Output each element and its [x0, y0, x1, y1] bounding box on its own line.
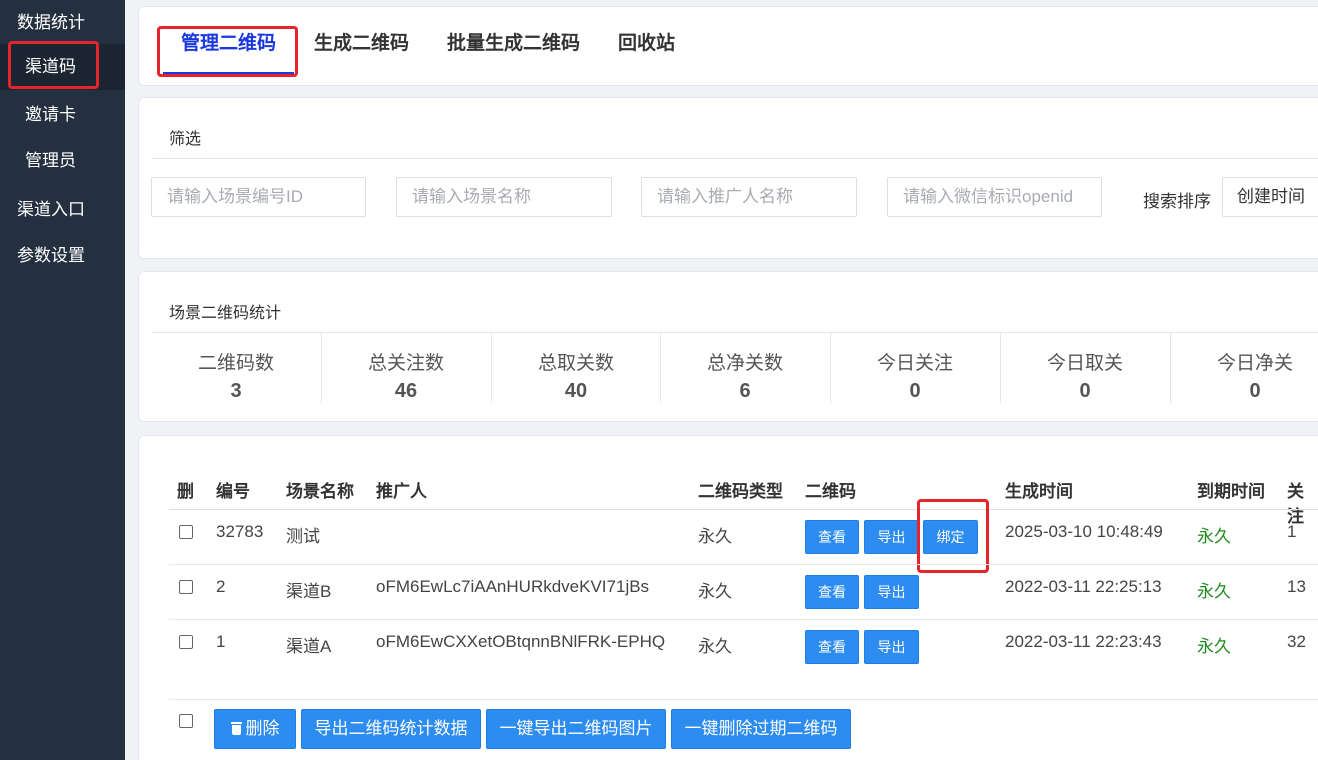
header-follow: 关注	[1287, 482, 1304, 526]
stat-value: 3	[230, 380, 242, 402]
scene-id-input[interactable]	[151, 177, 366, 217]
stat-today-unfollows: 今日取关 0	[1000, 333, 1170, 403]
row-follow: 1	[1287, 522, 1297, 541]
row-scene-name: 测试	[286, 527, 320, 546]
delete-expired-button[interactable]: 一键删除过期二维码	[671, 709, 851, 749]
sort-select[interactable]: 创建时间	[1222, 177, 1318, 217]
row-checkbox[interactable]	[179, 580, 193, 594]
view-button[interactable]: 查看	[805, 630, 859, 664]
export-button[interactable]: 导出	[864, 575, 919, 609]
row-expire: 永久	[1197, 527, 1231, 546]
sidebar-item-label: 渠道码	[25, 57, 76, 76]
stat-value: 0	[1079, 380, 1091, 402]
row-id: 32783	[216, 522, 264, 541]
stat-label: 二维码数	[197, 353, 274, 374]
row-qr-type: 永久	[698, 582, 732, 601]
sort-label: 搜索排序	[1143, 192, 1211, 211]
row-expire: 永久	[1197, 582, 1231, 601]
row-created: 2025-03-10 10:48:49	[1005, 522, 1163, 541]
openid-input[interactable]	[887, 177, 1102, 217]
header-delete: 删	[177, 482, 194, 501]
trash-icon	[230, 722, 242, 735]
filter-title: 筛选	[169, 131, 202, 148]
row-created: 2022-03-11 22:25:13	[1005, 577, 1162, 596]
scene-name-input[interactable]	[396, 177, 612, 217]
view-button[interactable]: 查看	[805, 575, 859, 609]
divider	[151, 158, 1318, 159]
stat-label: 总关注数	[367, 353, 444, 374]
row-checkbox[interactable]	[179, 635, 193, 649]
export-stats-button[interactable]: 导出二维码统计数据	[301, 709, 481, 749]
stat-value: 40	[564, 380, 588, 402]
header-qr-type: 二维码类型	[698, 482, 783, 501]
bind-button[interactable]: 绑定	[923, 520, 978, 554]
tab-generate-qr[interactable]: 生成二维码	[314, 0, 409, 88]
row-divider	[169, 564, 1318, 565]
stat-label: 总取关数	[537, 353, 614, 374]
stat-today-net: 今日净关 0	[1170, 333, 1318, 403]
row-qr-type: 永久	[698, 527, 732, 546]
row-follow: 13	[1287, 577, 1306, 596]
stat-total-follows: 总关注数 46	[321, 333, 491, 403]
row-checkbox[interactable]	[179, 525, 193, 539]
sidebar-item-admin[interactable]: 管理员	[0, 138, 125, 184]
row-divider	[169, 619, 1318, 620]
row-id: 2	[216, 577, 226, 596]
row-qr-type: 永久	[698, 637, 732, 656]
stat-value: 6	[739, 380, 751, 402]
sidebar-item-channel-entry[interactable]: 渠道入口	[0, 187, 125, 233]
sidebar: 数据统计 渠道码 邀请卡 管理员 渠道入口 参数设置	[0, 0, 125, 760]
sidebar-item-invite-card[interactable]: 邀请卡	[0, 92, 125, 138]
table-header-divider	[169, 509, 1318, 510]
header-qr: 二维码	[805, 482, 856, 501]
table-footer-divider	[169, 699, 1318, 700]
header-scene-name: 场景名称	[286, 482, 354, 501]
header-id[interactable]: 编号	[216, 477, 250, 502]
row-id: 1	[216, 632, 226, 651]
stat-label: 今日净关	[1216, 353, 1293, 374]
view-button[interactable]: 查看	[805, 520, 859, 554]
stat-qr-count: 二维码数 3	[151, 333, 321, 403]
stat-today-follows: 今日关注 0	[830, 333, 1000, 403]
stat-total-unfollows: 总取关数 40	[491, 333, 661, 403]
sidebar-item-label: 数据统计	[17, 13, 85, 32]
stat-value: 0	[909, 380, 921, 402]
sidebar-item-label: 管理员	[25, 151, 76, 170]
stat-total-net: 总净关数 6	[660, 333, 830, 403]
delete-button-label: 删除	[245, 719, 280, 738]
stat-label: 今日关注	[876, 353, 953, 374]
active-tab-indicator	[163, 72, 294, 75]
delete-button[interactable]: 删除	[214, 709, 296, 749]
row-expire: 永久	[1197, 637, 1231, 656]
export-images-button[interactable]: 一键导出二维码图片	[486, 709, 666, 749]
row-scene-name: 渠道B	[286, 582, 332, 601]
row-scene-name: 渠道A	[286, 637, 332, 656]
header-created[interactable]: 生成时间	[1005, 477, 1073, 502]
tab-recycle-bin[interactable]: 回收站	[618, 0, 675, 88]
stats-title: 场景二维码统计	[169, 305, 282, 322]
row-follow: 32	[1287, 632, 1306, 651]
tab-batch-generate-qr[interactable]: 批量生成二维码	[447, 0, 580, 88]
stat-value: 0	[1249, 380, 1261, 402]
select-all-checkbox[interactable]	[179, 714, 193, 728]
row-promoter: oFM6EwCXXetOBtqnnBNlFRK-EPHQ	[376, 632, 666, 651]
row-promoter: oFM6EwLc7iAAnHURkdveKVI71jBs	[376, 577, 650, 596]
sidebar-item-settings[interactable]: 参数设置	[0, 233, 125, 279]
stat-label: 总净关数	[706, 353, 783, 374]
promoter-name-input[interactable]	[641, 177, 857, 217]
stat-value: 46	[394, 380, 418, 402]
stat-label: 今日取关	[1046, 353, 1123, 374]
export-button[interactable]: 导出	[864, 520, 919, 554]
export-button[interactable]: 导出	[864, 630, 919, 664]
sidebar-item-data-stats[interactable]: 数据统计	[0, 0, 125, 46]
header-expire: 到期时间	[1197, 482, 1265, 501]
sidebar-item-label: 渠道入口	[17, 200, 85, 219]
sidebar-item-label: 参数设置	[17, 246, 85, 265]
row-created: 2022-03-11 22:23:43	[1005, 632, 1162, 651]
sidebar-item-channel-code[interactable]: 渠道码	[0, 44, 125, 90]
header-promoter: 推广人	[376, 482, 427, 501]
sidebar-item-label: 邀请卡	[25, 105, 76, 124]
